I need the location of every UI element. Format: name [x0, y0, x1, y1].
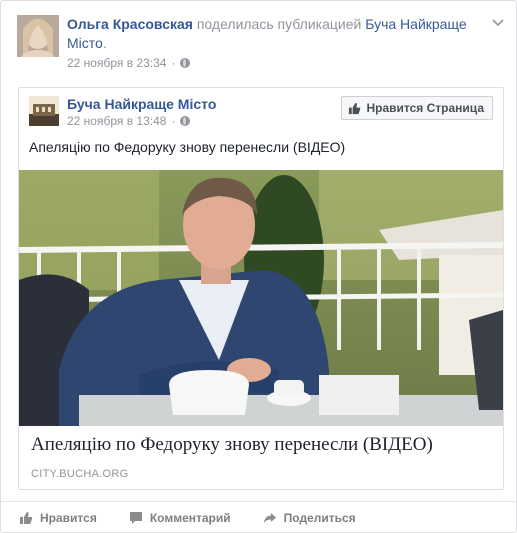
shared-timestamp[interactable]: 22 ноября в 13:48 [67, 114, 166, 128]
shared-meta: 22 ноября в 13:48 · [67, 114, 191, 128]
author-name[interactable]: Ольга Красовская [67, 16, 193, 32]
post-meta: 22 ноября в 23:34 · [67, 56, 191, 70]
page-name[interactable]: Буча Найкраще Місто [67, 96, 216, 112]
like-page-label: Нравится Страница [366, 101, 484, 115]
like-page-button[interactable]: Нравится Страница [341, 96, 493, 120]
chevron-down-icon[interactable] [492, 18, 504, 28]
link-title[interactable]: Апеляцію по Федоруку знову перенесли (ВІ… [31, 434, 433, 456]
thumbs-up-icon [20, 512, 33, 524]
post-header: Ольга Красовская поделилась публикацией … [67, 15, 487, 53]
page-avatar[interactable] [29, 96, 59, 126]
author-avatar[interactable] [17, 15, 59, 57]
link-preview-image[interactable] [19, 170, 503, 426]
link-domain: CITY.BUCHA.ORG [31, 468, 129, 480]
comment-button[interactable]: Комментарий [129, 511, 231, 525]
share-action-text: поделилась публикацией [196, 16, 362, 32]
share-label: Поделиться [283, 511, 356, 525]
like-label: Нравится [40, 511, 97, 525]
shared-post: Буча Найкраще Місто 22 ноября в 13:48 · … [18, 87, 504, 490]
share-icon [263, 513, 276, 523]
post-timestamp[interactable]: 22 ноября в 23:34 [67, 56, 166, 70]
comment-icon [129, 512, 142, 524]
globe-icon[interactable] [180, 116, 191, 126]
thumbs-up-icon [349, 102, 361, 114]
post-text: Апеляцію по Федоруку знову перенесли (ВІ… [29, 139, 346, 155]
feed-post: Ольга Красовская поделилась публикацией … [0, 0, 517, 533]
like-button[interactable]: Нравится [19, 511, 97, 525]
globe-icon[interactable] [180, 58, 191, 68]
period: . [102, 35, 107, 51]
post-actions: Нравится Комментарий Поделиться [1, 501, 517, 533]
share-button[interactable]: Поделиться [263, 511, 356, 525]
comment-label: Комментарий [149, 511, 231, 525]
